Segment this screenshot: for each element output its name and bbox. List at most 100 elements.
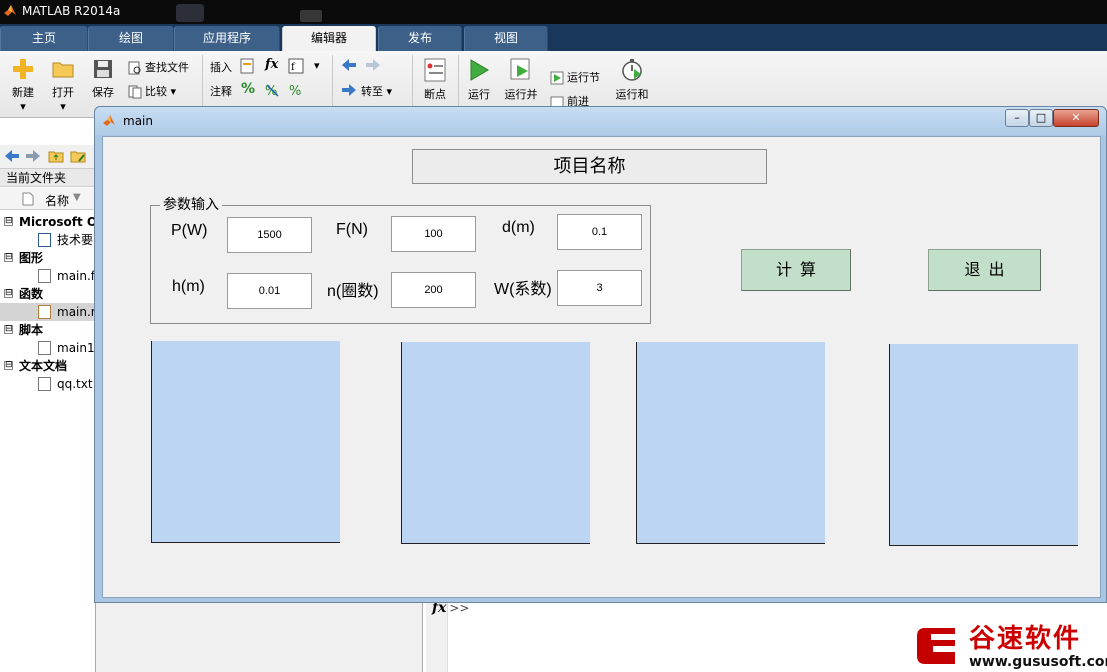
insert-button[interactable]: 插入: [210, 59, 232, 75]
back-arrow-icon[interactable]: [340, 57, 358, 73]
tree-group-microsoft-office[interactable]: ⊟ Microsoft O: [0, 213, 96, 231]
save-button[interactable]: 保存: [86, 57, 120, 100]
insert-function-button[interactable]: fx: [265, 57, 278, 72]
nav-forward-icon[interactable]: [25, 149, 41, 163]
word-doc-icon: [38, 233, 51, 247]
ribbon-separator: [332, 55, 333, 111]
insert-dropdown-icon[interactable]: ▾: [314, 59, 320, 72]
maximize-icon: □: [1035, 111, 1047, 124]
tab-editor[interactable]: 编辑器: [282, 26, 376, 51]
figure-title: main: [123, 114, 153, 128]
sort-dropdown-icon[interactable]: ▼: [73, 192, 81, 203]
axes-3[interactable]: [636, 342, 825, 544]
run-time-stopwatch-icon: [622, 59, 642, 81]
folder-nav-bar: [0, 145, 96, 169]
breakpoints-label: 断点: [424, 88, 446, 101]
tree-group-figures[interactable]: ⊟ 图形: [0, 249, 96, 267]
close-button[interactable]: ✕: [1053, 109, 1099, 127]
breakpoints-button[interactable]: 断点: [418, 57, 452, 102]
prompt-arrows: >>: [449, 601, 470, 615]
forward-arrow-icon[interactable]: [364, 57, 382, 73]
goto-dropdown-icon: ▾: [386, 85, 393, 98]
tree-group-functions[interactable]: ⊟ 函数: [0, 285, 96, 303]
app-title: MATLAB R2014a: [22, 4, 121, 18]
n-label: n(圈数): [327, 283, 379, 300]
tree-group-label: 脚本: [19, 323, 44, 337]
comment-percent-button[interactable]: %: [241, 81, 255, 97]
d-input[interactable]: 0.1: [557, 214, 642, 250]
minimize-icon: –: [1014, 111, 1020, 124]
wrap-comments-icon[interactable]: %: [288, 82, 304, 98]
m-file-icon: [38, 341, 51, 355]
folder-up-icon[interactable]: [48, 149, 64, 163]
tree-file-qq-txt[interactable]: qq.txt: [0, 375, 96, 393]
h-input[interactable]: 0.01: [227, 273, 312, 309]
tree-group-label: 图形: [19, 251, 44, 265]
h-label: h(m): [172, 278, 205, 295]
matlab-title-bar: MATLAB R2014a: [0, 0, 1107, 24]
open-dropdown-icon: ▾: [60, 100, 66, 113]
axes-4[interactable]: [889, 344, 1078, 546]
save-label: 保存: [92, 86, 114, 99]
run-advance-label: 运行并: [504, 88, 538, 101]
tree-file-doc[interactable]: 技术要: [0, 231, 96, 249]
insert-section-icon[interactable]: [240, 58, 256, 74]
watermark: 谷速软件 www.gususoft.com: [903, 612, 1107, 672]
tree-file-main1[interactable]: main1: [0, 339, 96, 357]
minimize-button[interactable]: –: [1005, 109, 1029, 127]
folder-icon: [52, 62, 74, 78]
tab-publish[interactable]: 发布: [378, 26, 462, 51]
axes-2[interactable]: [401, 342, 590, 544]
collapse-icon[interactable]: ⊟: [4, 217, 13, 226]
compare-button[interactable]: 比较 ▾: [128, 83, 176, 99]
uncomment-icon[interactable]: %: [264, 82, 280, 98]
browse-folder-icon[interactable]: [70, 149, 86, 163]
tab-apps[interactable]: 应用程序: [174, 26, 280, 51]
tree-group-label: 函数: [19, 287, 44, 301]
p-input[interactable]: 1500: [227, 217, 312, 253]
collapse-icon[interactable]: ⊟: [4, 325, 13, 334]
new-plus-icon: [13, 59, 33, 79]
f-input[interactable]: 100: [391, 216, 476, 252]
run-and-time-button[interactable]: 运行和: [612, 57, 652, 102]
goto-button[interactable]: 转至 ▾: [361, 83, 392, 99]
f-label: F(N): [336, 221, 368, 238]
find-files-button[interactable]: 查找文件: [128, 59, 189, 75]
tree-file-fig[interactable]: main.f: [0, 267, 96, 285]
run-and-advance-button[interactable]: 运行并: [502, 57, 540, 102]
exit-button[interactable]: 退出: [928, 249, 1041, 291]
tab-home[interactable]: 主页: [0, 26, 88, 51]
name-column-label: 名称: [45, 194, 70, 208]
w-input[interactable]: 3: [557, 270, 642, 306]
tab-plots[interactable]: 绘图: [88, 26, 174, 51]
function-browser-icon[interactable]: f: [288, 58, 304, 74]
w-label: W(系数): [494, 281, 552, 298]
ribbon-separator: [458, 55, 459, 111]
run-section-button[interactable]: 运行节: [550, 69, 600, 85]
params-panel-label: 参数输入: [160, 194, 222, 214]
run-button[interactable]: 运行: [462, 57, 496, 102]
tree-file-label: main.f: [57, 269, 96, 283]
figure-title-bar[interactable]: main – □ ✕: [95, 107, 1106, 135]
collapse-icon[interactable]: ⊟: [4, 361, 13, 370]
tab-view[interactable]: 视图: [464, 26, 548, 51]
collapse-icon[interactable]: ⊟: [4, 289, 13, 298]
n-input[interactable]: 200: [391, 272, 476, 308]
collapse-icon[interactable]: ⊟: [4, 253, 13, 262]
watermark-brand: 谷速软件: [969, 624, 1082, 654]
comment-button[interactable]: 注释: [210, 83, 232, 99]
maximize-button[interactable]: □: [1029, 109, 1053, 127]
new-button[interactable]: 新建 ▾: [6, 57, 40, 113]
tree-file-main-m[interactable]: main.r: [0, 303, 96, 321]
tree-group-scripts[interactable]: ⊟ 脚本: [0, 321, 96, 339]
nav-back-icon[interactable]: [4, 149, 20, 163]
calculate-button[interactable]: 计算: [741, 249, 851, 291]
watermark-url: www.gususoft.com: [969, 654, 1107, 670]
open-button[interactable]: 打开 ▾: [46, 57, 80, 113]
tree-group-text-docs[interactable]: ⊟ 文本文档: [0, 357, 96, 375]
axes-1[interactable]: [151, 341, 340, 543]
tree-file-label: main.r: [57, 305, 96, 319]
tree-group-label: Microsoft O: [19, 215, 96, 229]
figure-window-main: main – □ ✕ 项目名称 参数输入 P(W) 1500 F(N) 100 …: [94, 106, 1107, 603]
name-column-header[interactable]: 名称 ▼: [0, 188, 96, 210]
